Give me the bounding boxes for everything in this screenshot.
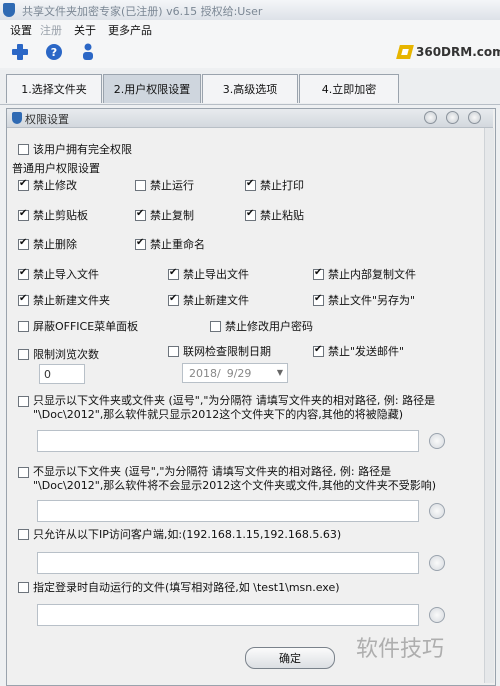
deny-run-checkbox[interactable]: 禁止运行 (135, 177, 194, 193)
ok-button[interactable]: 确定 (245, 647, 335, 669)
only-show-browse-button[interactable] (429, 433, 445, 449)
hide-folders-input[interactable] (37, 500, 419, 522)
help-icon[interactable]: ? (44, 42, 64, 62)
checkbox-box[interactable] (18, 143, 29, 155)
app-shield-icon (3, 3, 15, 17)
watermark: 软件技巧 (356, 637, 445, 662)
deny-copy-checkbox[interactable]: 禁止复制 (135, 207, 194, 223)
checkbox-box[interactable] (18, 320, 29, 332)
date-day: 9/29 (226, 366, 252, 380)
checkbox-box[interactable] (210, 320, 221, 332)
ip-allow-input[interactable] (37, 552, 419, 574)
close-button[interactable] (468, 111, 481, 124)
checkbox-box[interactable] (18, 178, 29, 191)
only-show-folders-input[interactable] (37, 430, 419, 452)
checkbox-box[interactable] (313, 267, 324, 280)
checkbox-box[interactable] (168, 293, 179, 306)
checkbox-box[interactable] (168, 345, 179, 357)
checkbox-box[interactable] (18, 581, 29, 593)
deny-clipboard-checkbox[interactable]: 禁止剪贴板 (18, 207, 88, 223)
only-show-folders-checkbox[interactable]: 只显示以下文件夹或文件夹 (逗号","为分隔符 请填写文件夹的相对路径, 例: … (18, 394, 435, 408)
svg-text:?: ? (51, 46, 57, 59)
autorun-input[interactable] (37, 604, 419, 626)
brand-logo[interactable]: 360DRM.com (396, 42, 500, 62)
checkbox-box[interactable] (18, 528, 29, 540)
view-count-input[interactable]: 0 (39, 364, 85, 384)
tab-select-folder[interactable]: 1.选择文件夹 (6, 74, 102, 103)
deny-change-password-checkbox[interactable]: 禁止修改用户密码 (210, 318, 313, 334)
hide-folders-checkbox[interactable]: 不显示以下文件夹 (逗号","为分隔符 请填写文件夹的相对路径, 例: 路径是 (18, 465, 391, 479)
person-icon[interactable] (78, 42, 98, 62)
dialog-title: 权限设置 (25, 113, 69, 126)
deny-paste-checkbox[interactable]: 禁止粘贴 (245, 207, 304, 223)
tab-encrypt-now[interactable]: 4.立即加密 (299, 74, 399, 103)
hide-folders-hint: "\Doc\2012",那么软件将不会显示2012这个文件夹或文件,其他的文件夹… (33, 479, 437, 492)
deny-export-checkbox[interactable]: 禁止导出文件 (168, 266, 249, 282)
checkbox-box[interactable] (135, 237, 146, 250)
deny-import-checkbox[interactable]: 禁止导入文件 (18, 266, 99, 282)
checkbox-box[interactable] (18, 348, 29, 360)
full-permission-checkbox[interactable]: 该用户拥有完全权限 (18, 141, 132, 157)
autorun-browse-button[interactable] (429, 607, 445, 623)
limit-view-count-checkbox[interactable]: 限制浏览次数 (18, 346, 99, 362)
deny-new-file-checkbox[interactable]: 禁止新建文件 (168, 292, 249, 308)
chevron-down-icon: ▼ (276, 368, 283, 377)
checkbox-box[interactable] (245, 208, 256, 221)
checkbox-box[interactable] (135, 179, 146, 191)
checkbox-box[interactable] (135, 208, 146, 221)
maximize-button[interactable] (446, 111, 459, 124)
ip-allow-browse-button[interactable] (429, 555, 445, 571)
checkbox-box[interactable] (313, 293, 324, 306)
dialog-scrollbar[interactable] (484, 128, 494, 683)
menu-register[interactable]: 注册 (40, 22, 62, 38)
checkbox-box[interactable] (18, 293, 29, 306)
dialog-shield-icon (12, 112, 22, 124)
date-picker[interactable]: 2018/ 9/29 ▼ (182, 363, 288, 383)
ip-allow-checkbox[interactable]: 只允许从以下IP访问客户端,如:(192.168.1.15,192.168.5.… (18, 526, 341, 542)
only-show-folders-hint: "\Doc\2012",那么软件就只显示2012这个文件夹下的内容,其他的将被隐… (33, 408, 404, 421)
checkbox-box[interactable] (18, 395, 29, 407)
checkbox-box[interactable] (18, 237, 29, 250)
deny-new-folder-checkbox[interactable]: 禁止新建文件夹 (18, 292, 110, 308)
tab-user-permissions[interactable]: 2.用户权限设置 (103, 74, 201, 103)
deny-print-checkbox[interactable]: 禁止打印 (245, 177, 304, 193)
minimize-button[interactable] (424, 111, 437, 124)
checkbox-box[interactable] (168, 267, 179, 280)
tab-advanced-options[interactable]: 3.高级选项 (202, 74, 298, 103)
section-title: 普通用户权限设置 (12, 162, 100, 175)
deny-internal-copy-checkbox[interactable]: 禁止内部复制文件 (313, 266, 416, 282)
logo-mark-icon (396, 45, 414, 59)
window-title: 共享文件夹加密专家(已注册) v6.15 授权给:User (22, 5, 263, 18)
checkbox-box[interactable] (18, 466, 29, 478)
add-icon[interactable] (10, 42, 30, 62)
deny-modify-checkbox[interactable]: 禁止修改 (18, 177, 77, 193)
checkbox-box[interactable] (313, 344, 324, 357)
autorun-checkbox[interactable]: 指定登录时自动运行的文件(填写相对路径,如 \test1\msn.exe) (18, 579, 340, 595)
menu-about[interactable]: 关于 (74, 22, 96, 38)
hide-folders-browse-button[interactable] (429, 503, 445, 519)
deny-rename-checkbox[interactable]: 禁止重命名 (135, 236, 205, 252)
online-date-check-checkbox[interactable]: 联网检查限制日期 (168, 343, 271, 359)
hide-office-menu-checkbox[interactable]: 屏蔽OFFICE菜单面板 (18, 318, 138, 334)
deny-send-email-checkbox[interactable]: 禁止"发送邮件" (313, 343, 404, 359)
menu-settings[interactable]: 设置 (10, 22, 32, 38)
menu-more-products[interactable]: 更多产品 (108, 22, 152, 38)
checkbox-box[interactable] (18, 208, 29, 221)
date-year: 2018/ (189, 366, 221, 380)
checkbox-box[interactable] (245, 178, 256, 191)
checkbox-box[interactable] (18, 267, 29, 280)
deny-delete-checkbox[interactable]: 禁止删除 (18, 236, 77, 252)
deny-save-as-checkbox[interactable]: 禁止文件"另存为" (313, 292, 415, 308)
dialog-title-bar (7, 109, 493, 128)
